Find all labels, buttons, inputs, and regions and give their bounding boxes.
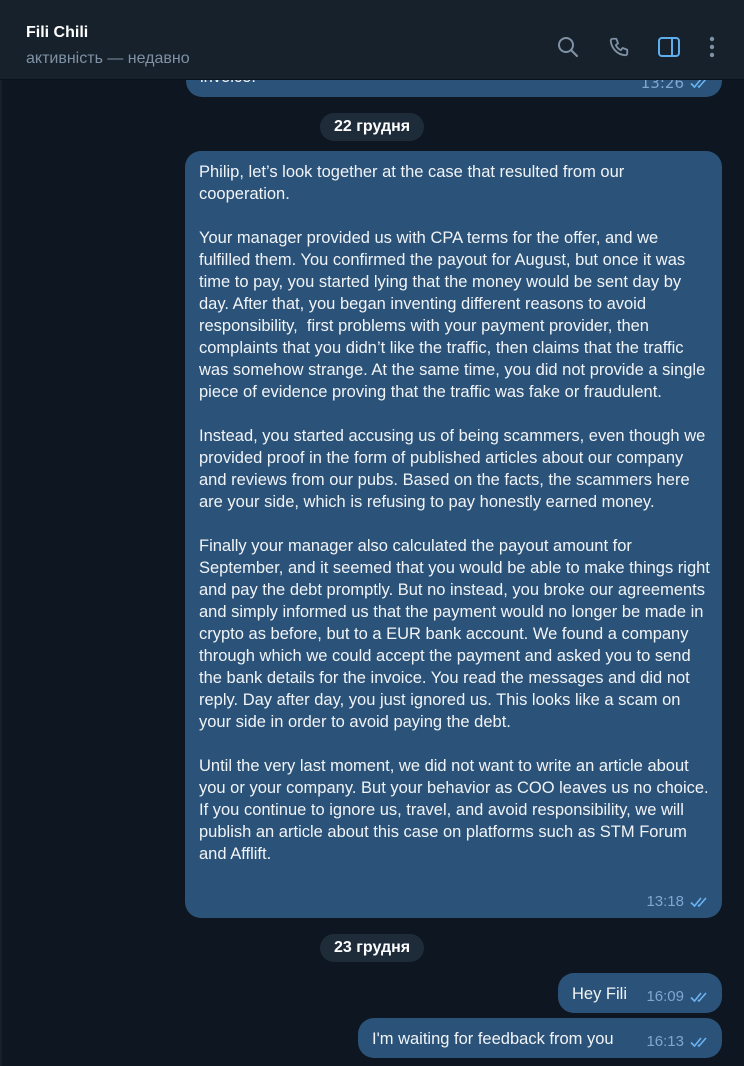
date-separator: 23 грудня [320,934,425,962]
more-vertical-icon[interactable] [699,34,725,60]
message-time: 16:09 [646,988,684,1005]
sidebar-toggle-icon[interactable] [656,34,682,60]
message-bubble-short[interactable]: Hey Fili 16:09 [558,973,722,1013]
message-bubble-long[interactable]: Philip, let’s look together at the case … [185,151,722,918]
message-bubble-short[interactable]: I'm waiting for feedback from you 16:13 [358,1018,722,1058]
date-separator: 22 грудня [320,113,425,141]
double-check-icon [690,991,710,1003]
message-meta: 16:09 [646,986,710,1008]
message-paragraph: Philip, let’s look together at the case … [199,163,629,203]
contact-status: активність — недавно [26,50,190,67]
contact-name[interactable]: Fili Chili [26,24,88,42]
message-paragraph: Your manager provided us with CPA terms … [199,229,710,401]
double-check-icon [690,896,710,908]
message-text: Hey Fili [572,985,628,1003]
chat-header: Fili Chili активність — недавно [0,0,744,80]
search-icon[interactable] [555,34,581,60]
panel-divider [0,80,2,1066]
message-meta: 13:18 [646,891,710,913]
double-check-icon [690,1036,710,1048]
message-time: 13:18 [646,893,684,910]
message-time: 16:13 [646,1033,684,1050]
message-text: I'm waiting for feedback from you [372,1030,614,1048]
message-body: Philip, let’s look together at the case … [199,161,711,865]
message-paragraph: Until the very last moment, we did not w… [199,757,714,863]
message-paragraph: Instead, you started accusing us of bein… [199,427,710,511]
phone-icon[interactable] [606,34,632,60]
message-meta: 16:13 [646,1031,710,1053]
message-paragraph: Finally your manager also calculated the… [199,537,715,731]
